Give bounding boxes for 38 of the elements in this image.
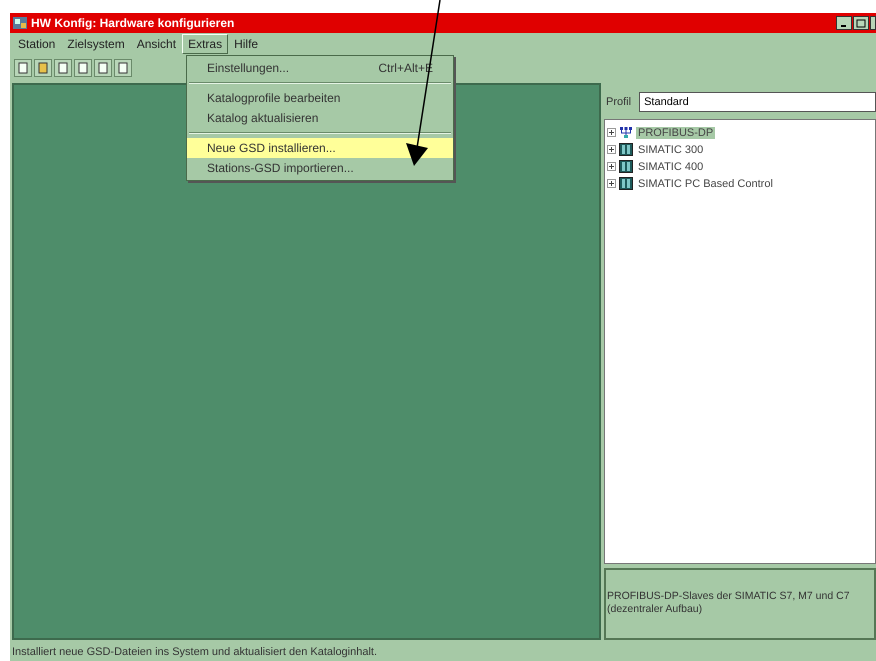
menu-item[interactable]: Ansicht — [130, 34, 182, 54]
maximize-button[interactable] — [853, 16, 869, 30]
network-icon — [619, 126, 633, 139]
toolbar-button[interactable] — [54, 59, 72, 77]
toolbar-button[interactable] — [114, 59, 132, 77]
tree-item[interactable]: SIMATIC 300 — [636, 144, 706, 156]
rack-icon — [619, 143, 633, 156]
minimize-button[interactable] — [836, 16, 852, 30]
toolbar-button[interactable] — [74, 59, 92, 77]
profile-label: Profil — [606, 96, 632, 108]
toolbar-button[interactable] — [34, 59, 52, 77]
menu-item[interactable]: Extras — [182, 34, 228, 54]
expand-icon[interactable] — [607, 128, 616, 137]
profile-dropdown[interactable]: Standard — [639, 92, 876, 112]
tree-item[interactable]: PROFIBUS-DP — [636, 126, 716, 138]
menu-option[interactable]: Neue GSD installieren... — [187, 138, 453, 158]
menu-item[interactable]: Zielsystem — [61, 34, 131, 54]
rack-icon — [619, 177, 633, 190]
toolbar-button[interactable] — [14, 59, 32, 77]
menu-item[interactable]: Station — [12, 34, 62, 54]
toolbar-button[interactable] — [94, 59, 112, 77]
tree-item[interactable]: SIMATIC 400 — [636, 160, 706, 172]
app-icon — [12, 15, 28, 31]
window-title: HW Konfig: Hardware konfigurieren — [31, 16, 236, 30]
expand-icon[interactable] — [607, 145, 616, 154]
menu-option[interactable]: Katalog aktualisieren — [187, 108, 453, 128]
new-file-icon — [17, 62, 29, 74]
expand-icon[interactable] — [607, 162, 616, 171]
expand-icon[interactable] — [607, 179, 616, 188]
description-text: PROFIBUS-DP-Slaves der SIMATIC S7, M7 und C7 (dezentraler Aufbau) — [604, 568, 876, 640]
status-text: Installiert neue GSD-Dateien ins System und aktualisiert den Kataloginhalt. — [12, 646, 378, 658]
tree-item[interactable]: SIMATIC PC Based Control — [636, 178, 775, 190]
maximize-icon — [856, 18, 866, 28]
menu-option[interactable]: Stations-GSD importieren... — [187, 158, 453, 178]
rack-icon — [619, 160, 633, 173]
menu-item[interactable]: Hilfe — [228, 34, 264, 54]
close-button[interactable] — [870, 16, 876, 30]
menu-option[interactable]: Katalogprofile bearbeiten — [187, 88, 453, 108]
